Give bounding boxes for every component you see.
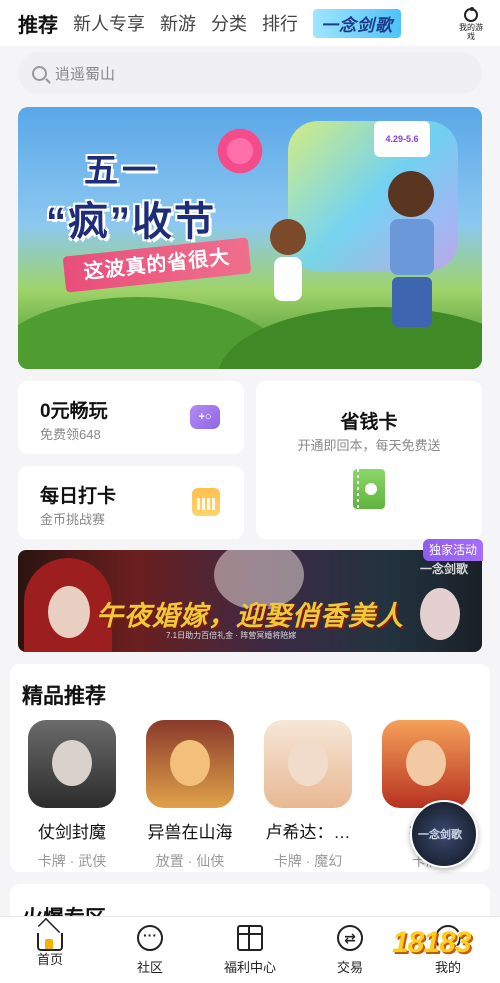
my-games-label: 我的游戏 — [459, 23, 483, 41]
top-nav: 推荐 新人专享 新游 分类 排行 一念剑歌 我的游戏 — [0, 0, 500, 46]
game-icon — [264, 720, 352, 808]
tab-new-games[interactable]: 新游 — [160, 10, 196, 36]
checkin-card[interactable]: 每日打卡 金币挑战赛 — [18, 466, 244, 539]
trade-icon — [337, 925, 363, 951]
game-icon — [28, 720, 116, 808]
event-title: 午夜婚嫁，迎娶俏香美人 — [96, 601, 404, 631]
game-item[interactable]: 卢希达：… 卡牌 · 魔幻 — [256, 720, 360, 871]
savings-title: 省钱卡 — [340, 412, 398, 433]
tab-brand-logo[interactable]: 一念剑歌 — [313, 8, 401, 38]
boy-character — [368, 171, 448, 341]
wallet-icon — [353, 469, 385, 509]
nav-welfare[interactable]: 福利中心 — [210, 925, 290, 976]
checkin-title: 每日打卡 — [40, 486, 117, 507]
nav-trade[interactable]: 交易 — [310, 925, 390, 976]
chat-bubble-icon — [137, 925, 163, 951]
search-bar[interactable]: 逍遥蜀山 — [18, 52, 482, 94]
search-icon — [32, 65, 47, 81]
game-icon — [382, 720, 470, 808]
character-face — [420, 588, 460, 640]
search-placeholder: 逍遥蜀山 — [55, 65, 116, 83]
hero-banner[interactable]: 4.29-5.6 五一 “疯”收节 这波真的省很大 — [18, 107, 482, 369]
savings-subtitle: 开通即回本，每天免费送 — [297, 438, 441, 453]
floating-game-avatar[interactable]: 一念剑歌 — [410, 800, 478, 868]
tab-ranking[interactable]: 排行 — [262, 10, 298, 36]
tab-categories[interactable]: 分类 — [211, 10, 247, 36]
gamepad-icon: +○ — [190, 405, 220, 429]
game-tags: 放置 · 仙侠 — [155, 853, 225, 869]
nav-community[interactable]: 社区 — [110, 925, 190, 976]
date-tag: 4.29-5.6 — [374, 121, 430, 157]
home-icon — [37, 933, 63, 951]
event-banner[interactable]: 一念剑歌 午夜婚嫁，迎娶俏香美人 7.1日助力百倍礼金 · 阵营冥婚将陪嫁 — [18, 550, 482, 652]
hero-title-line1: 五一 — [84, 152, 160, 190]
gift-icon — [237, 925, 263, 951]
hero-title-line2: “疯”收节 — [46, 200, 216, 244]
tab-newbie[interactable]: 新人专享 — [73, 10, 145, 36]
flower-icon — [214, 125, 266, 177]
checkin-subtitle: 金币挑战赛 — [40, 512, 106, 527]
savings-card[interactable]: 省钱卡 开通即回本，每天免费送 — [256, 381, 482, 539]
event-game-logo: 一念剑歌 — [420, 562, 469, 576]
section-title: 精品推荐 — [22, 685, 106, 708]
nav-home-label: 首页 — [36, 952, 63, 967]
nav-home[interactable]: 首页 — [10, 925, 90, 968]
nav-welfare-label: 福利中心 — [223, 960, 276, 975]
free-play-card[interactable]: 0元畅玩 免费领648 +○ — [18, 381, 244, 454]
game-name: 仗剑封魔 — [38, 823, 106, 842]
game-tags: 卡牌 · 魔幻 — [273, 853, 343, 869]
character-face — [48, 586, 90, 638]
tab-recommend[interactable]: 推荐 — [18, 9, 58, 38]
watermark-text: 18183 — [392, 926, 471, 959]
event-subtitle: 7.1日助力百倍礼金 · 阵营冥婚将陪嫁 — [166, 631, 297, 640]
game-icon — [146, 720, 234, 808]
my-games-button[interactable]: 我的游戏 — [458, 7, 484, 41]
floating-avatar-label: 一念剑歌 — [418, 829, 462, 841]
game-item[interactable]: 异兽在山海 放置 · 仙侠 — [138, 720, 242, 871]
free-play-title: 0元畅玩 — [40, 401, 108, 422]
free-play-subtitle: 免费领648 — [40, 427, 101, 442]
nav-trade-label: 交易 — [336, 960, 363, 975]
game-name: 卢希达：… — [265, 823, 351, 842]
my-games-icon — [464, 7, 478, 22]
calendar-icon — [192, 488, 220, 516]
nav-community-label: 社区 — [136, 960, 163, 975]
watermark-logo: 18183 — [388, 918, 494, 970]
game-name: 异兽在山海 — [147, 823, 233, 842]
girl-character — [258, 219, 318, 319]
game-item[interactable]: 仗剑封魔 卡牌 · 武侠 — [20, 720, 124, 871]
exclusive-event-badge: 独家活动 — [423, 539, 484, 561]
game-tags: 卡牌 · 武侠 — [37, 853, 107, 869]
